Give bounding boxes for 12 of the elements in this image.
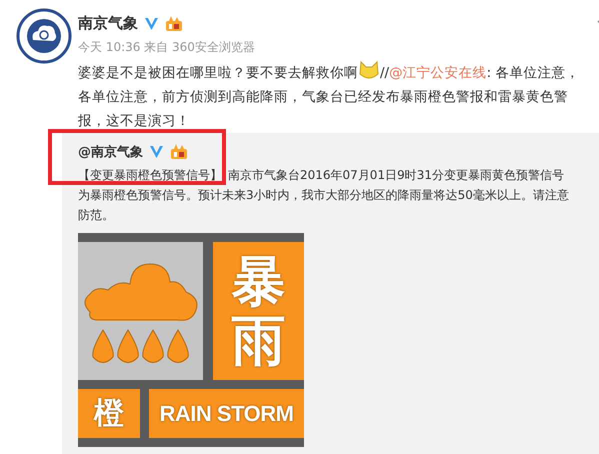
member-icon xyxy=(165,16,183,32)
sign-level: 橙 xyxy=(94,395,124,433)
avatar[interactable] xyxy=(16,8,72,64)
sign-english: RAIN STORM xyxy=(160,400,294,426)
post-meta: 今天 10:36 来自 360安全浏览器 xyxy=(78,39,256,56)
rain-cloud-icon xyxy=(78,242,203,380)
post-text: 婆婆是不是被困在哪里啦？要不要去解救你啊 //@江宁公安在线: 各单位注意，各单位注意，前方侦测到高能降雨，气象台已经发布暴雨橙色警报和雷暴黄色警报，这不是演习！ xyxy=(78,60,590,133)
member-icon xyxy=(170,144,188,160)
sign-title: 暴雨 xyxy=(232,252,286,370)
repost-text: 【变更暴雨橙色预警信号】 南京市气象台2016年07月01日9时31分变更暴雨黄色预警信号为暴雨橙色预警信号。预计未来3小时内，我市大部分地区的降雨量将达50毫米以上。请注意防范。 xyxy=(78,167,570,224)
author-name[interactable]: 南京气象 xyxy=(78,14,138,33)
repost-author[interactable]: @南京气象 xyxy=(78,143,143,161)
